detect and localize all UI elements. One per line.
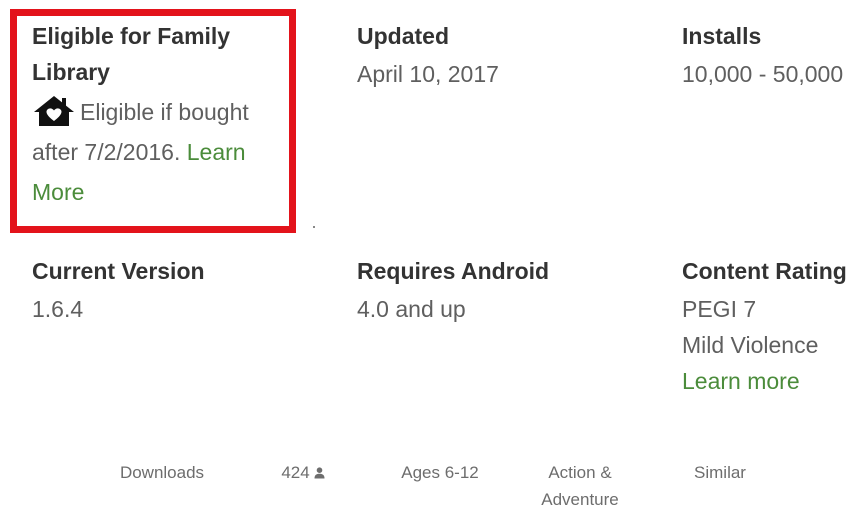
installs-label: Installs (682, 23, 762, 49)
stray-dot (313, 226, 315, 228)
current-version-label: Current Version (32, 258, 205, 284)
genre-label-line2: Adventure (541, 490, 619, 509)
rating-count: 424 (281, 463, 310, 482)
downloads-label: Downloads (119, 463, 205, 482)
app-details-panel: Eligible for Family Library Eligible if … (0, 0, 860, 531)
installs-value: 10,000 - 50,000 (682, 61, 844, 87)
age-rating-label: Ages 6-12 (401, 463, 479, 482)
similar-badge[interactable]: Similar (670, 459, 770, 486)
content-rating-label: Content Rating (682, 258, 847, 284)
requires-android-value: 4.0 and up (357, 296, 466, 322)
requires-android-section: Requires Android 4.0 and up (357, 253, 549, 327)
family-library-description-wrap: Eligible if bought after 7/2/2016. Learn… (32, 92, 284, 212)
content-rating-value: PEGI 7 (682, 296, 757, 322)
genre-badge[interactable]: Action & Adventure (530, 459, 630, 513)
person-icon (314, 460, 325, 487)
requires-android-label: Requires Android (357, 258, 550, 284)
updated-label: Updated (357, 23, 449, 49)
downloads-badge[interactable]: Downloads (112, 459, 212, 486)
content-rating-descriptor: Mild Violence (682, 332, 819, 358)
updated-section: Updated April 10, 2017 (357, 18, 499, 92)
similar-label: Similar (694, 463, 746, 482)
updated-value: April 10, 2017 (357, 61, 499, 87)
content-rating-learn-more-link[interactable]: Learn more (682, 363, 847, 399)
genre-label-line1: Action & (548, 463, 612, 482)
family-library-section: Eligible for Family Library Eligible if … (32, 18, 284, 212)
rating-count-badge[interactable]: 424 (268, 459, 338, 487)
current-version-value: 1.6.4 (32, 296, 84, 322)
family-library-house-heart-icon (32, 94, 76, 128)
installs-section: Installs 10,000 - 50,000 (682, 18, 843, 92)
age-rating-badge[interactable]: Ages 6-12 (390, 459, 490, 486)
family-library-label: Eligible for Family Library (32, 23, 231, 85)
current-version-section: Current Version 1.6.4 (32, 253, 205, 327)
content-rating-section: Content Rating PEGI 7 Mild Violence Lear… (682, 253, 847, 399)
